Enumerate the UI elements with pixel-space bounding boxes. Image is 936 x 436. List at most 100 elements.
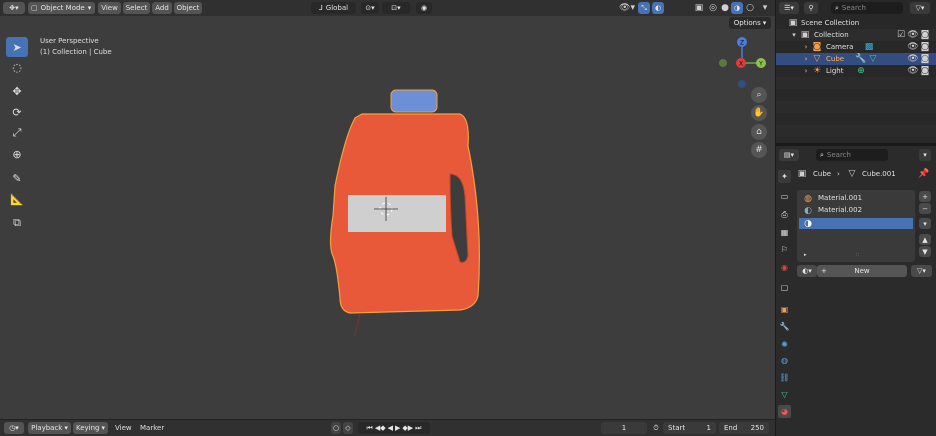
menu-view[interactable]: View (98, 2, 121, 14)
outliner-row-camera[interactable]: › ◙ Camera ▩ 👁 ◙ (776, 41, 936, 53)
keying-menu[interactable]: Keying ▾ (73, 422, 108, 434)
material-slot[interactable]: ◍ Material.001 (799, 193, 913, 204)
area-divider[interactable] (776, 143, 936, 146)
tab-constraints[interactable]: ⛓ (778, 371, 791, 384)
timeline-view-menu[interactable]: View (115, 424, 132, 432)
move-slot-up-button[interactable]: ▲ (919, 234, 931, 245)
tab-particles[interactable]: ✺ (778, 338, 791, 351)
3d-viewport[interactable]: User Perspective (1) Collection | Cube Z… (0, 16, 775, 419)
properties-options[interactable]: ▾ (919, 149, 931, 161)
list-resize-handle[interactable]: ∷ (856, 252, 859, 258)
tool-scale[interactable]: ⤢ (6, 123, 28, 143)
tab-world[interactable]: ◉ (778, 261, 791, 274)
material-slot-active[interactable]: ◑ (799, 218, 913, 229)
zoom-button[interactable]: ⌕ (751, 87, 767, 103)
keyframe-type[interactable]: ◇ (343, 422, 353, 434)
outliner-search-input[interactable]: ⌕ Search (831, 2, 903, 14)
camera-view-button[interactable]: ⌂ (751, 124, 767, 140)
end-frame-field[interactable]: End 250 (719, 422, 769, 434)
add-slot-button[interactable]: + (919, 191, 931, 202)
tool-rotate[interactable]: ⟳ (6, 102, 28, 122)
pivot-point-dropdown[interactable]: ⊙▾ (361, 2, 379, 14)
tool-add-cube[interactable]: ⧉ (6, 213, 28, 233)
chevron-right-icon[interactable]: › (802, 65, 810, 77)
pin-icon[interactable]: 📌 (918, 168, 929, 180)
tab-physics[interactable]: ◍ (778, 354, 791, 367)
snap-toggle[interactable]: ⊡▾ (382, 2, 410, 14)
tab-material[interactable]: ◕ (778, 405, 791, 418)
chevron-down-icon[interactable]: ▾ (790, 29, 798, 41)
gizmo-toggle[interactable]: ⤡ (638, 2, 650, 14)
record-toggle[interactable]: ○ (331, 422, 341, 434)
pan-button[interactable]: ✋ (751, 105, 767, 121)
eye-icon[interactable]: 👁 (907, 53, 918, 65)
tab-modifiers[interactable]: 🔧 (778, 320, 791, 333)
mode-dropdown[interactable]: ▢ Object Mode ▾ (28, 2, 95, 14)
play-icon[interactable]: ▶ (395, 424, 400, 432)
shading-wireframe[interactable]: ◎ (708, 2, 718, 14)
shading-material[interactable]: ◑ (731, 2, 743, 14)
tool-select-box[interactable]: ➤ (6, 37, 28, 57)
outliner-row-collection[interactable]: ▾ ▣ Collection ☑ 👁 ◙ (776, 29, 936, 41)
shading-options[interactable]: ▾ (760, 2, 770, 14)
checkbox-icon[interactable]: ☑ (896, 29, 906, 41)
menu-object[interactable]: Object (174, 2, 202, 14)
current-frame-field[interactable]: 1 (601, 422, 647, 434)
outliner-editor-type[interactable]: ☰▾ (779, 2, 799, 14)
camera-render-icon[interactable]: ◙ (920, 65, 930, 77)
playback-menu[interactable]: Playback ▾ (28, 422, 71, 434)
overlays-toggle[interactable]: ◐ (652, 2, 664, 14)
jump-end-icon[interactable]: ⏭ (415, 424, 421, 433)
visibility-dropdown[interactable]: 👁▾ (618, 2, 636, 14)
tab-scene[interactable]: ⚐ (778, 243, 791, 256)
outliner-row-light[interactable]: › ☀ Light ⊕ 👁 ◙ (776, 65, 936, 77)
tab-data[interactable]: ▽ (778, 388, 791, 401)
tool-measure[interactable]: 📐 (6, 189, 28, 209)
remove-slot-button[interactable]: − (919, 203, 931, 214)
chevron-right-icon[interactable]: › (802, 41, 810, 53)
tab-render[interactable]: ▭ (778, 190, 791, 203)
tab-output[interactable]: ⎙ (778, 208, 791, 221)
eye-icon[interactable]: 👁 (907, 65, 918, 77)
prev-key-icon[interactable]: ◀◆ (375, 424, 386, 432)
properties-search-input[interactable]: ⌕ Search (816, 149, 888, 161)
outliner-display-mode[interactable]: ⚲ (804, 2, 818, 14)
tab-object[interactable]: ▣ (778, 303, 791, 316)
eye-icon[interactable]: 👁 (907, 29, 918, 41)
options-dropdown[interactable]: Options ▾ (729, 17, 771, 29)
shading-solid[interactable]: ● (720, 2, 730, 14)
slot-specials-button[interactable]: ▾ (919, 218, 931, 229)
browse-material-button[interactable]: ◐▾ (797, 265, 817, 277)
area-divider[interactable] (775, 0, 776, 436)
new-material-button[interactable]: + New (817, 265, 907, 277)
link-dropdown[interactable]: ▽▾ (911, 265, 932, 277)
material-slot[interactable]: ◐ Material.002 (799, 205, 913, 216)
next-key-icon[interactable]: ◆▶ (402, 424, 413, 432)
tab-view-layer[interactable]: ▦ (778, 226, 791, 239)
tab-tool[interactable]: ✦ (778, 170, 791, 183)
xray-toggle[interactable]: ▣ (694, 2, 704, 14)
editor-type-button[interactable]: ✥▾ (3, 2, 25, 14)
move-slot-down-button[interactable]: ▼ (919, 246, 931, 257)
tool-annotate[interactable]: ✎ (6, 168, 28, 188)
preview-range-toggle[interactable]: ⏱ (650, 422, 662, 434)
timeline-editor-type[interactable]: ◷▾ (4, 422, 24, 434)
outliner-filter-button[interactable]: ▽▾ (910, 2, 930, 14)
chevron-right-icon[interactable]: › (802, 53, 810, 65)
menu-add[interactable]: Add (152, 2, 172, 14)
transform-orientation-dropdown[interactable]: ⅃ Global (311, 2, 356, 14)
jump-start-icon[interactable]: ⏮ (367, 424, 373, 433)
properties-editor-type[interactable]: ▤▾ (779, 149, 799, 161)
perspective-toggle-button[interactable]: # (751, 142, 767, 158)
eye-icon[interactable]: 👁 (907, 41, 918, 53)
outliner-row-scene-collection[interactable]: ▣ Scene Collection (776, 17, 936, 29)
tab-collection[interactable]: ▢ (778, 281, 791, 294)
timeline-marker-menu[interactable]: Marker (140, 424, 164, 432)
list-expand-icon[interactable]: ▸ (804, 252, 807, 258)
camera-render-icon[interactable]: ◙ (920, 53, 930, 65)
tool-move[interactable]: ✥ (6, 81, 28, 101)
tool-transform[interactable]: ⊕ (6, 144, 28, 164)
jug-object[interactable] (300, 76, 500, 336)
proportional-edit-toggle[interactable]: ◉ (416, 2, 432, 14)
tool-cursor[interactable]: ◌ (6, 57, 28, 77)
